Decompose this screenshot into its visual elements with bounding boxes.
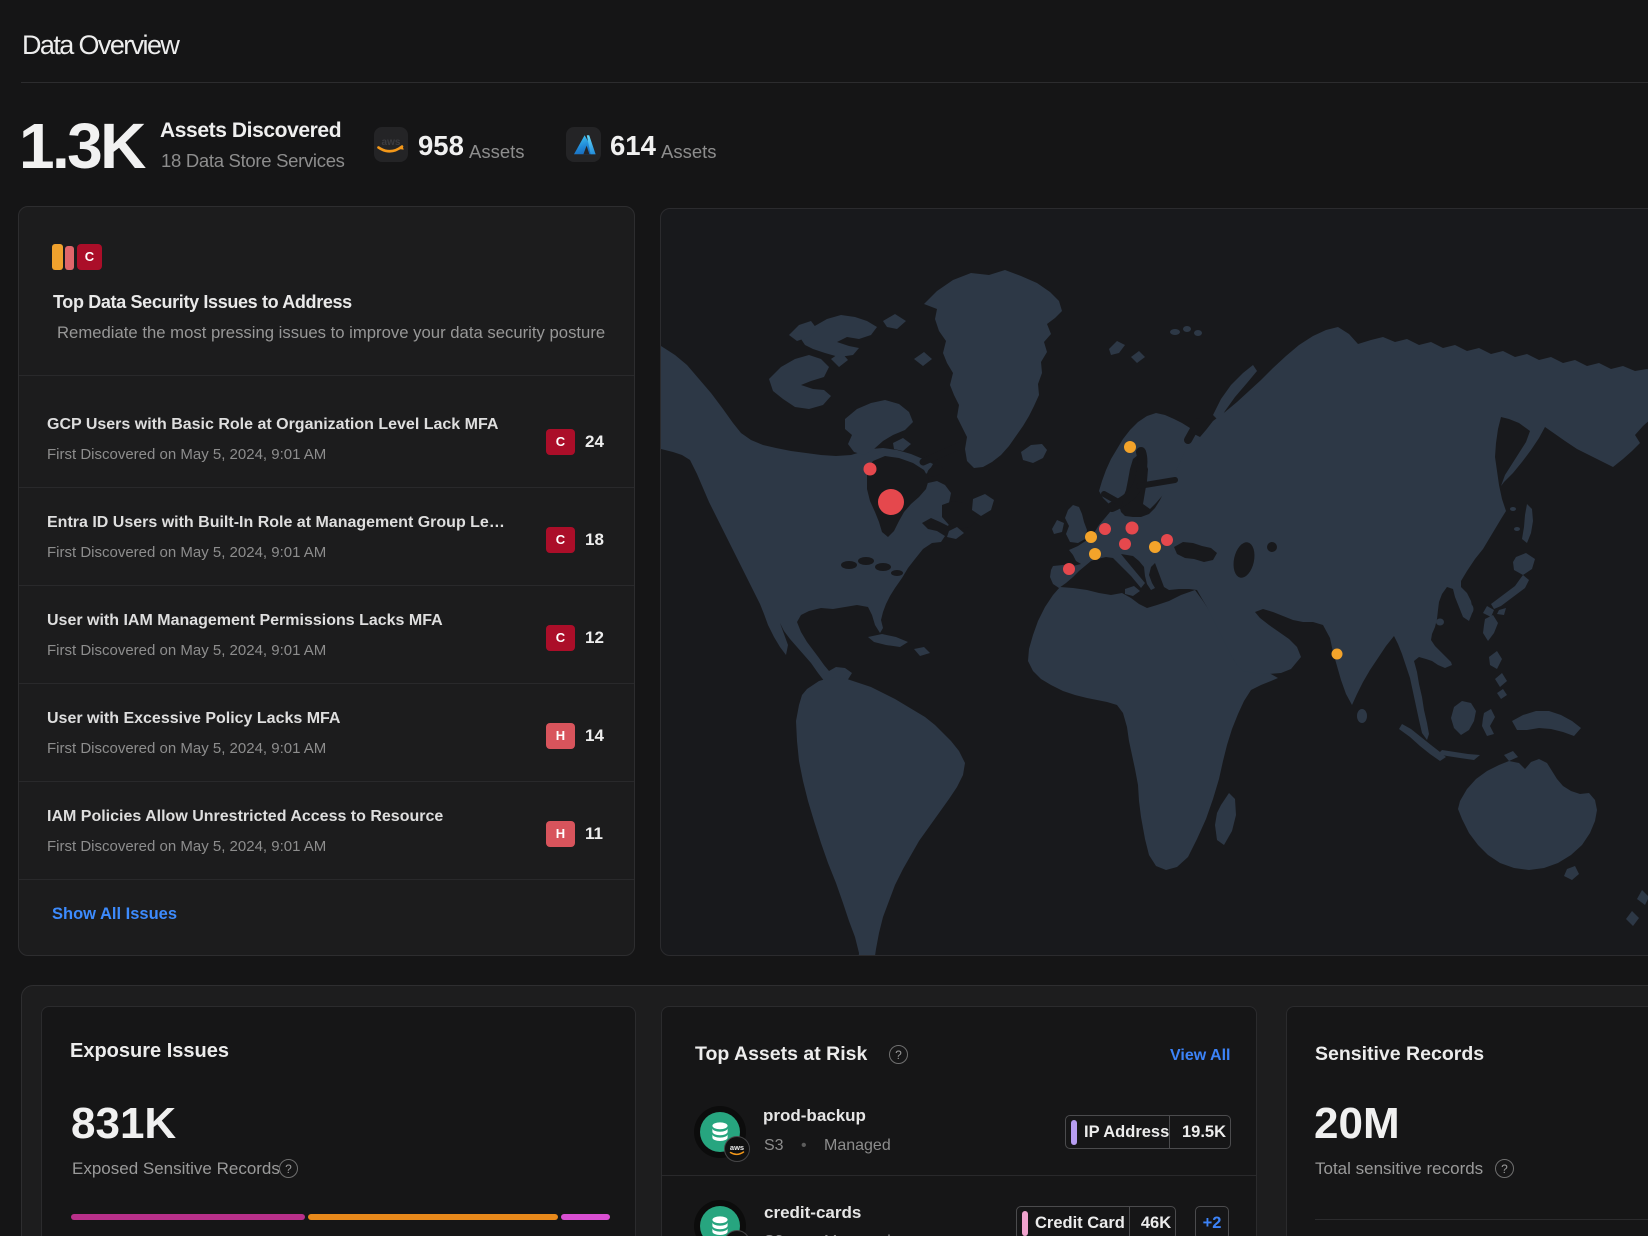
svg-text:aws: aws <box>730 1143 744 1152</box>
svg-text:aws: aws <box>382 137 401 148</box>
